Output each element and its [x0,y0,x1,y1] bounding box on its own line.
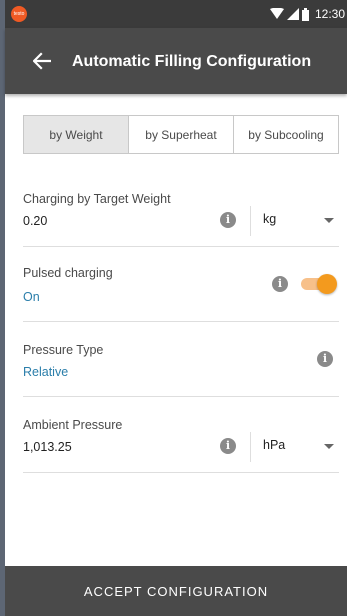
filling-mode-tabs: by Weight by Superheat by Subcooling [23,115,339,154]
pressure-type-label: Pressure Type [23,343,104,357]
battery-icon [301,7,309,21]
chevron-down-icon [324,444,334,449]
pulsed-charging-toggle[interactable] [301,274,337,294]
status-time: 12:30 [314,7,345,21]
info-icon[interactable]: i [272,276,288,292]
tab-by-superheat[interactable]: by Superheat [128,116,233,153]
divider [23,246,339,247]
pressure-unit-value: hPa [263,438,286,452]
pulsed-charging-label: Pulsed charging [23,266,113,280]
tab-by-weight[interactable]: by Weight [24,116,128,153]
back-button[interactable] [32,52,52,70]
info-icon[interactable]: i [317,351,333,367]
pulsed-charging-row: Pulsed charging On i [23,264,339,320]
app-screen: testo 12:30 Automatic Filling Configurat… [5,0,347,616]
target-weight-label: Charging by Target Weight [23,192,171,206]
ambient-pressure-row: Ambient Pressure 1,013.25 i hPa [23,416,339,472]
testo-logo: testo [11,6,27,22]
unit-divider [250,432,251,462]
weight-unit-select[interactable]: kg [263,208,337,232]
app-bar: Automatic Filling Configuration [5,28,347,94]
target-weight-input[interactable]: 0.20 [23,214,47,228]
arrow-left-icon [32,52,52,70]
pulsed-charging-value: On [23,290,40,304]
status-bar: testo 12:30 [5,0,347,28]
toggle-knob [317,274,337,294]
pressure-type-row[interactable]: Pressure Type Relative i [23,341,339,397]
ambient-pressure-input[interactable]: 1,013.25 [23,440,72,454]
info-icon[interactable]: i [220,438,236,454]
ambient-pressure-label: Ambient Pressure [23,418,123,432]
divider [23,472,339,473]
weight-unit-value: kg [263,212,277,226]
info-icon[interactable]: i [220,212,236,228]
divider [23,396,339,397]
pressure-type-value: Relative [23,365,69,379]
signal-icon [286,8,299,20]
pressure-unit-select[interactable]: hPa [263,434,337,458]
tab-by-subcooling[interactable]: by Subcooling [233,116,338,153]
target-weight-row: Charging by Target Weight 0.20 i kg [23,190,339,246]
status-icons: 12:30 [269,6,345,22]
unit-divider [250,206,251,236]
chevron-down-icon [324,218,334,223]
divider [23,321,339,322]
wifi-icon [269,8,284,19]
accept-configuration-button[interactable]: ACCEPT CONFIGURATION [5,566,347,616]
page-title: Automatic Filling Configuration [72,53,312,70]
